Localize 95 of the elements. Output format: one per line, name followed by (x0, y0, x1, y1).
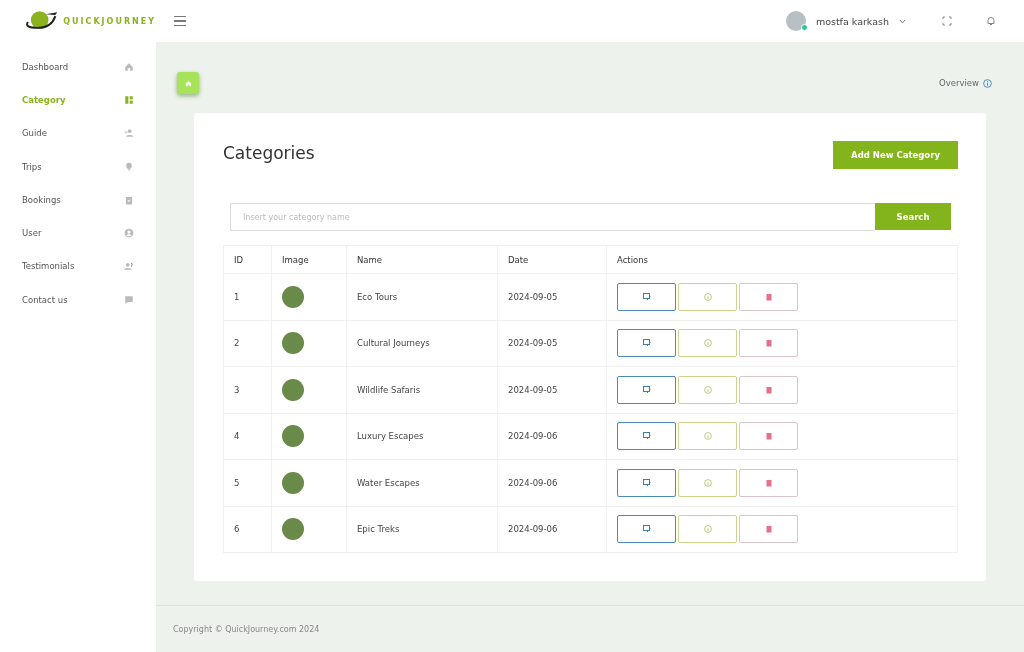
sidebar-item[interactable]: Contact us (0, 283, 156, 317)
trash-icon (764, 339, 773, 348)
grid-icon (124, 94, 134, 105)
edit-button[interactable] (617, 422, 676, 451)
table-cell: 2024-09-05 (497, 273, 607, 320)
notification-bell-icon[interactable] (986, 16, 996, 26)
delete-button[interactable] (739, 468, 798, 497)
sidebar-item[interactable]: Trips (0, 149, 156, 184)
column-header: ID (223, 245, 272, 274)
edit-button[interactable] (617, 515, 676, 544)
table-cell: Epic Treks (346, 506, 498, 553)
photo-placeholder (282, 471, 304, 494)
table-cell: 2024-09-06 (497, 459, 607, 506)
info-icon (703, 525, 712, 534)
page-title: Categories (223, 143, 315, 163)
edit-button[interactable] (617, 468, 676, 497)
delete-button[interactable] (739, 422, 798, 451)
details-button[interactable] (678, 329, 737, 358)
delete-button[interactable] (739, 329, 798, 358)
table-cell: 2024-09-06 (497, 413, 607, 460)
home-button[interactable] (177, 72, 199, 94)
edit-button[interactable] (617, 329, 676, 358)
avatar[interactable] (785, 11, 806, 31)
column-header: Date (497, 245, 607, 274)
trash-icon (764, 292, 773, 301)
sidebar-item[interactable]: User (0, 216, 156, 250)
fullscreen-icon[interactable] (942, 16, 952, 26)
person-add-icon (124, 128, 134, 139)
account-icon (124, 228, 134, 239)
trash-icon (764, 385, 773, 394)
overview-link[interactable]: Overview (938, 78, 979, 88)
chevron-down-icon[interactable] (899, 18, 906, 24)
table-cell: Cultural Journeys (346, 320, 498, 367)
info-icon (703, 432, 712, 441)
photo-placeholder (282, 518, 304, 541)
chat-icon (124, 294, 134, 305)
photo-placeholder (282, 378, 304, 401)
edit-button[interactable] (617, 375, 676, 404)
table-cell: 3 (223, 366, 272, 413)
photo-placeholder (282, 425, 304, 448)
info-icon (703, 339, 712, 348)
info-icon (983, 78, 992, 88)
brand-name: QUICKJOURNEY (63, 16, 156, 26)
info-icon (703, 292, 712, 301)
copyright-text: Copyright © QuickJourney.com 2024 (173, 624, 320, 634)
sidebar-item[interactable]: Bookings (0, 183, 156, 217)
balloon-icon (124, 161, 134, 172)
sidebar-label: Guide (22, 128, 47, 139)
photo-placeholder (282, 285, 304, 308)
sidebar-label: Dashboard (22, 61, 69, 72)
info-icon (703, 478, 712, 487)
sidebar-label: Bookings (22, 194, 61, 205)
details-button[interactable] (678, 375, 737, 404)
home-icon (184, 79, 192, 87)
details-button[interactable] (678, 422, 737, 451)
table-cell: 2024-09-05 (497, 320, 607, 367)
table-cell: 6 (223, 506, 272, 553)
table-cell: Water Escapes (346, 459, 498, 506)
table-cell: 4 (223, 413, 272, 460)
details-button[interactable] (678, 515, 737, 544)
table-cell: 2 (223, 320, 272, 367)
clipboard-icon (124, 194, 134, 205)
sidebar-label: User (22, 228, 42, 239)
sidebar-label: Category (22, 94, 66, 105)
column-header: Name (346, 245, 498, 274)
details-button[interactable] (678, 282, 737, 311)
table-cell: Wildlife Safaris (346, 366, 498, 413)
info-icon (703, 385, 712, 394)
trash-icon (764, 478, 773, 487)
photo-placeholder (282, 332, 304, 355)
table-cell: 5 (223, 459, 272, 506)
column-header: Image (271, 245, 347, 274)
home-icon (124, 61, 134, 72)
details-button[interactable] (678, 468, 737, 497)
trash-icon (764, 432, 773, 441)
delete-button[interactable] (739, 375, 798, 404)
sidebar-label: Testimonials (22, 261, 75, 272)
table-cell: 1 (223, 273, 272, 320)
menu-button[interactable] (174, 16, 186, 26)
table-cell: Luxury Escapes (346, 413, 498, 460)
table-cell: Eco Tours (346, 273, 498, 320)
sidebar-item[interactable]: Guide (0, 116, 156, 150)
trash-icon (764, 525, 773, 534)
sidebar-item[interactable]: Dashboard (0, 50, 156, 84)
sidebar-label: Trips (22, 161, 42, 172)
column-header: Actions (606, 245, 958, 274)
delete-button[interactable] (739, 515, 798, 544)
sidebar-label: Contact us (22, 294, 68, 305)
table-cell: 2024-09-05 (497, 366, 607, 413)
edit-button[interactable] (617, 282, 676, 311)
delete-button[interactable] (739, 282, 798, 311)
user-name[interactable]: mostfa karkash (815, 15, 889, 27)
table-cell: 2024-09-06 (497, 506, 607, 553)
sidebar-item[interactable]: Testimonials (0, 249, 156, 284)
person-voice-icon (124, 261, 134, 272)
